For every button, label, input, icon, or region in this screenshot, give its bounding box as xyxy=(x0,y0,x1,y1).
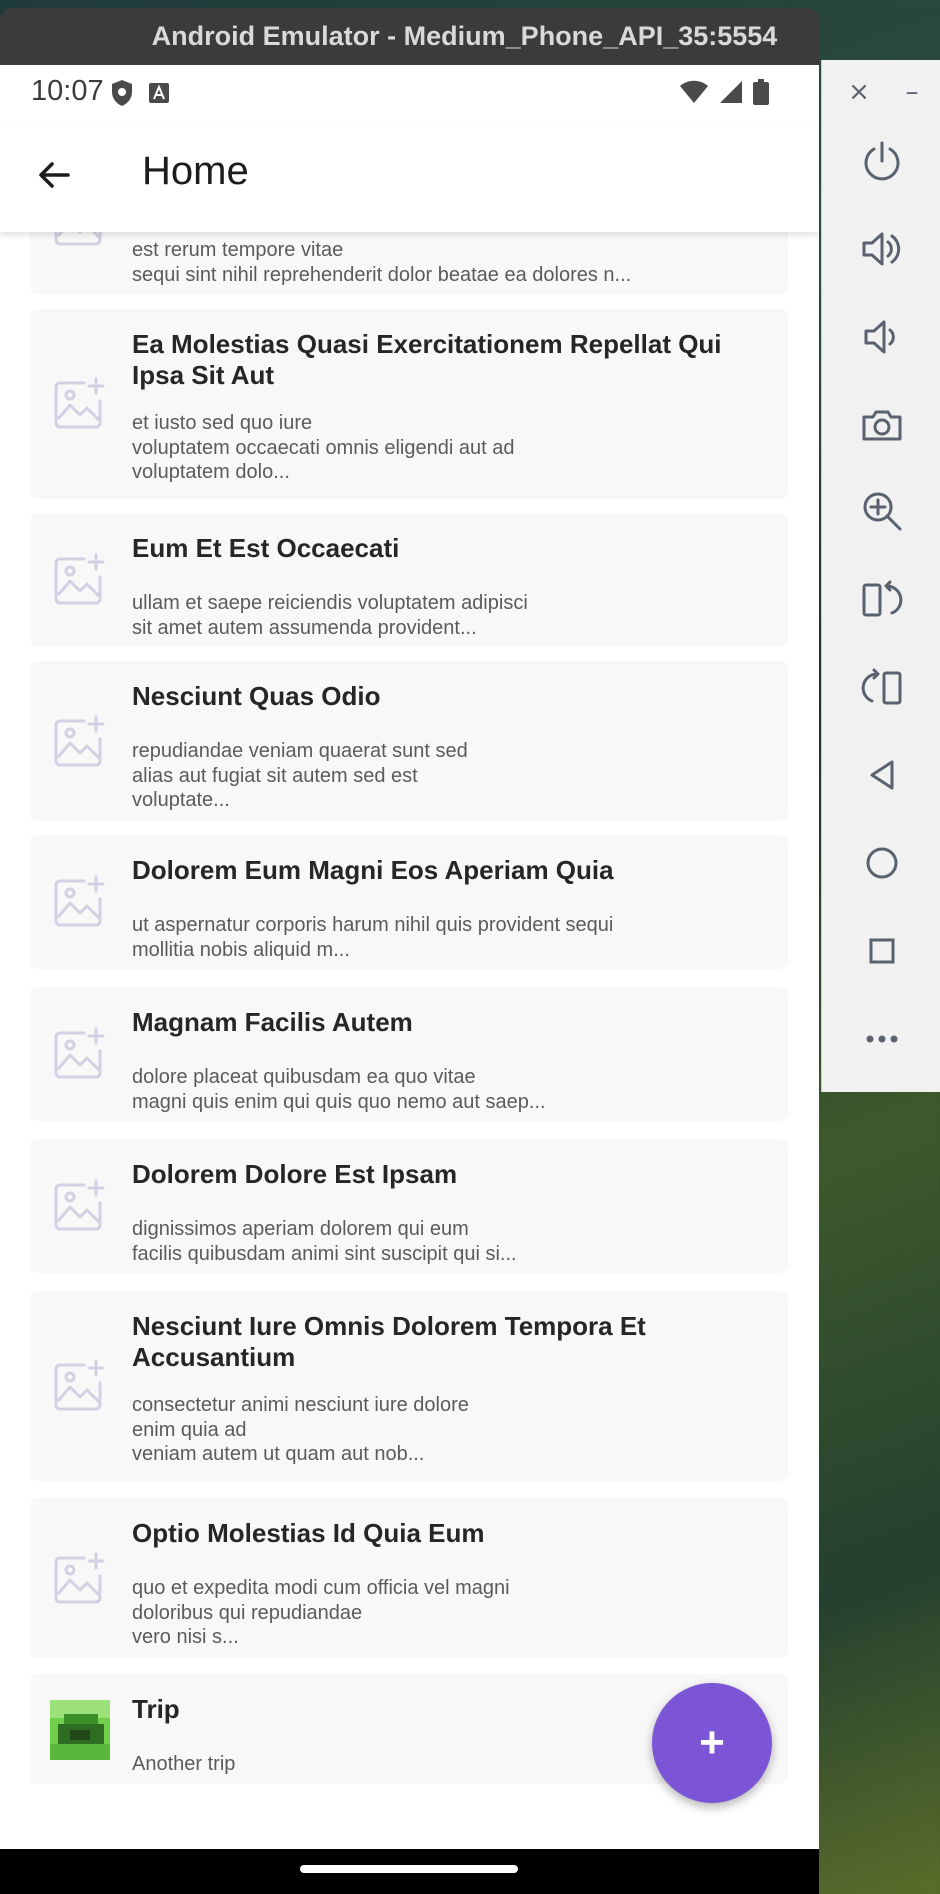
keyboard-icon xyxy=(148,82,170,104)
item-list-scroll[interactable]: est rerum tempore vitae sequi sint nihil… xyxy=(0,232,819,1832)
home-icon xyxy=(860,841,904,885)
item-description: Another trip xyxy=(132,1753,236,1775)
top-app-bar: Home xyxy=(0,125,819,232)
list-item[interactable]: Dolorem Dolore Est Ipsam dignissimos aper… xyxy=(30,1139,788,1273)
close-emulator-button[interactable]: × xyxy=(844,74,874,110)
item-title: Eum Et Est Occaecati xyxy=(132,533,400,563)
back-button[interactable] xyxy=(30,151,78,199)
image-placeholder-icon xyxy=(50,1550,110,1610)
image-placeholder-icon xyxy=(50,713,110,773)
image-placeholder-icon xyxy=(50,551,110,611)
item-description: ullam et saepe reiciendis voluptatem adi… xyxy=(132,592,528,639)
cellular-signal-icon xyxy=(719,80,743,104)
phone-screen: 10:07 Home est rerum tempore vitae sequi… xyxy=(0,65,819,1894)
item-title: Magnam Facilis Autem xyxy=(132,1007,413,1037)
volume-down-button[interactable] xyxy=(855,310,909,364)
page-title: Home xyxy=(142,149,249,193)
volume-down-icon xyxy=(860,315,904,359)
item-description: quo et expedita modi cum officia vel mag… xyxy=(132,1577,510,1648)
item-title: Nesciunt Quas Odio xyxy=(132,681,381,711)
item-thumbnail-image xyxy=(50,1700,110,1760)
add-item-fab[interactable]: + xyxy=(652,1683,772,1803)
arrow-back-icon xyxy=(36,157,72,193)
item-description: est rerum tempore vitae sequi sint nihil… xyxy=(132,239,632,286)
shield-icon xyxy=(110,79,134,107)
image-placeholder-icon xyxy=(50,1177,110,1237)
device-back-button[interactable] xyxy=(855,748,909,802)
volume-up-icon xyxy=(860,227,904,271)
power-icon xyxy=(860,139,904,183)
status-bar: 10:07 xyxy=(0,65,819,125)
gesture-nav-bar xyxy=(0,1849,819,1894)
minimize-emulator-button[interactable]: – xyxy=(897,74,927,110)
emulator-window: Android Emulator - Medium_Phone_API_35:5… xyxy=(0,8,819,1894)
image-placeholder-icon xyxy=(50,1025,110,1085)
volume-up-button[interactable] xyxy=(855,222,909,276)
image-placeholder-icon xyxy=(50,873,110,933)
wifi-icon xyxy=(679,80,709,104)
list-item[interactable]: Nesciunt Quas Odio repudiandae veniam qua… xyxy=(30,661,788,821)
power-button[interactable] xyxy=(855,134,909,188)
more-options-button[interactable] xyxy=(855,1012,909,1066)
list-item[interactable]: Nesciunt Iure Omnis Dolorem Tempora Et A… xyxy=(30,1291,788,1481)
device-overview-button[interactable] xyxy=(855,924,909,978)
rotate-left-button[interactable] xyxy=(855,572,909,626)
list-item[interactable]: Magnam Facilis Autem dolore placeat quibu… xyxy=(30,987,788,1121)
item-description: ut aspernatur corporis harum nihil quis … xyxy=(132,914,614,961)
list-item[interactable]: Ea Molestias Quasi Exercitationem Repell… xyxy=(30,309,788,499)
item-description: et iusto sed quo iure voluptatem occaeca… xyxy=(132,412,515,483)
item-description: consectetur animi nesciunt iure dolore e… xyxy=(132,1394,469,1465)
emulator-side-toolbar: × – xyxy=(821,60,940,1092)
item-title: Nesciunt Iure Omnis Dolorem Tempora Et A… xyxy=(132,1311,646,1372)
image-placeholder-icon xyxy=(50,232,110,252)
back-icon xyxy=(860,753,904,797)
list-item[interactable]: Dolorem Eum Magni Eos Aperiam Quia ut asp… xyxy=(30,835,788,969)
emulator-title-bar[interactable]: Android Emulator - Medium_Phone_API_35:5… xyxy=(0,8,819,65)
zoom-button[interactable] xyxy=(855,484,909,538)
list-item[interactable]: est rerum tempore vitae sequi sint nihil… xyxy=(30,232,788,294)
rotate-right-button[interactable] xyxy=(855,660,909,714)
item-description: dolore placeat quibusdam ea quo vitae ma… xyxy=(132,1066,546,1113)
item-title: Dolorem Eum Magni Eos Aperiam Quia xyxy=(132,855,614,885)
item-title: Dolorem Dolore Est Ipsam xyxy=(132,1159,458,1189)
battery-icon xyxy=(753,79,769,105)
device-home-button[interactable] xyxy=(855,836,909,890)
zoom-icon xyxy=(860,489,904,533)
item-title: Optio Molestias Id Quia Eum xyxy=(132,1518,485,1548)
rotate-left-icon xyxy=(860,577,904,621)
home-gesture-handle[interactable] xyxy=(300,1865,518,1873)
item-title: Trip xyxy=(132,1694,180,1724)
list-item[interactable]: Eum Et Est Occaecati ullam et saepe reici… xyxy=(30,513,788,647)
more-icon xyxy=(860,1017,904,1061)
item-description: dignissimos aperiam dolorem qui eum faci… xyxy=(132,1218,517,1265)
rotate-right-icon xyxy=(860,665,904,709)
list-item[interactable]: Optio Molestias Id Quia Eum quo et expedi… xyxy=(30,1498,788,1658)
item-description: repudiandae veniam quaerat sunt sed alia… xyxy=(132,740,468,811)
camera-icon xyxy=(860,403,904,447)
overview-icon xyxy=(860,929,904,973)
image-placeholder-icon xyxy=(50,1357,110,1417)
item-title: Ea Molestias Quasi Exercitationem Repell… xyxy=(132,329,722,390)
image-placeholder-icon xyxy=(50,375,110,435)
screenshot-button[interactable] xyxy=(855,398,909,452)
status-time: 10:07 xyxy=(31,75,104,107)
